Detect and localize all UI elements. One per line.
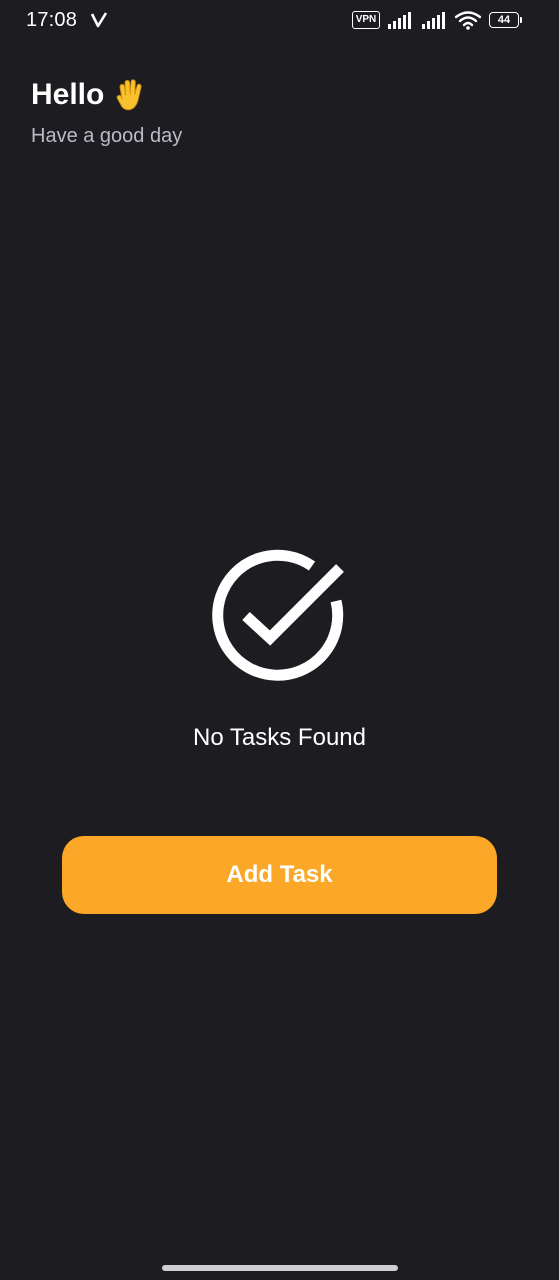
v-icon [90,12,108,28]
page-title: Hello [31,78,105,111]
home-indicator[interactable] [162,1265,398,1271]
signal-icon [388,12,411,29]
wifi-icon [455,11,481,30]
signal-icon [422,12,445,29]
battery-icon: 44 [489,12,522,28]
add-task-button[interactable]: Add Task [62,836,497,914]
waving-hand-icon [117,79,142,111]
status-bar: 17:08 VPN 44 [0,0,559,44]
add-task-label: Add Task [226,861,333,888]
battery-tip [520,17,522,23]
subtitle: Have a good day [31,125,183,147]
vpn-badge: VPN [352,11,380,29]
check-circle-icon [212,549,344,681]
battery-level: 44 [497,14,511,26]
status-time: 17:08 [26,9,78,31]
empty-state-message: No Tasks Found [193,724,366,751]
greeting-header: Hello [31,78,148,112]
app-screen: 17:08 VPN 44 Hello Have a good day No Ta… [0,0,559,1280]
